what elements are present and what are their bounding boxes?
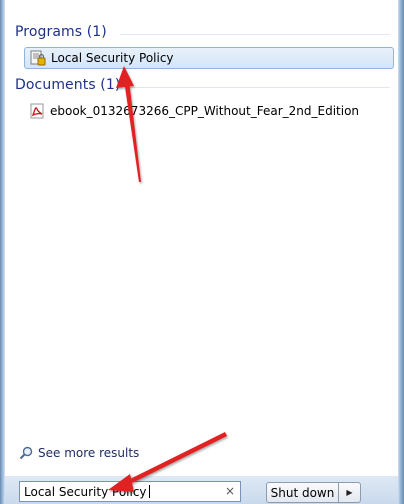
text-caret [148, 485, 150, 498]
result-item-local-security-policy[interactable]: Local Security Policy [24, 47, 394, 69]
shut-down-options-button[interactable]: ▶ [338, 482, 361, 503]
result-item-label: ebook_0132673266_CPP_Without_Fear_2nd_Ed… [50, 104, 360, 118]
search-icon [19, 446, 33, 460]
programs-group-divider [120, 34, 390, 35]
search-input[interactable]: Local Security Policy [19, 481, 241, 502]
result-item-label: Local Security Policy [51, 51, 174, 65]
security-policy-icon [30, 50, 46, 66]
result-item-ebook[interactable]: ebook_0132673266_CPP_Without_Fear_2nd_Ed… [24, 100, 394, 122]
shut-down-button[interactable]: Shut down [266, 482, 339, 503]
see-more-results-label: See more results [38, 446, 140, 460]
see-more-results-link[interactable]: See more results [19, 446, 139, 460]
close-icon: × [224, 484, 236, 498]
documents-group-header: Documents (1) [15, 77, 121, 93]
clear-search-button[interactable]: × [222, 483, 238, 499]
search-results-panel: Programs (1) Local Security Policy Docum… [5, 0, 398, 476]
pdf-icon [30, 103, 44, 119]
shut-down-label: Shut down [270, 485, 335, 500]
search-input-value: Local Security Policy [24, 484, 147, 499]
start-menu-frame: Programs (1) Local Security Policy Docum… [0, 0, 404, 504]
chevron-right-icon: ▶ [346, 488, 353, 497]
documents-group-divider [128, 87, 390, 88]
programs-group-header: Programs (1) [15, 24, 107, 40]
